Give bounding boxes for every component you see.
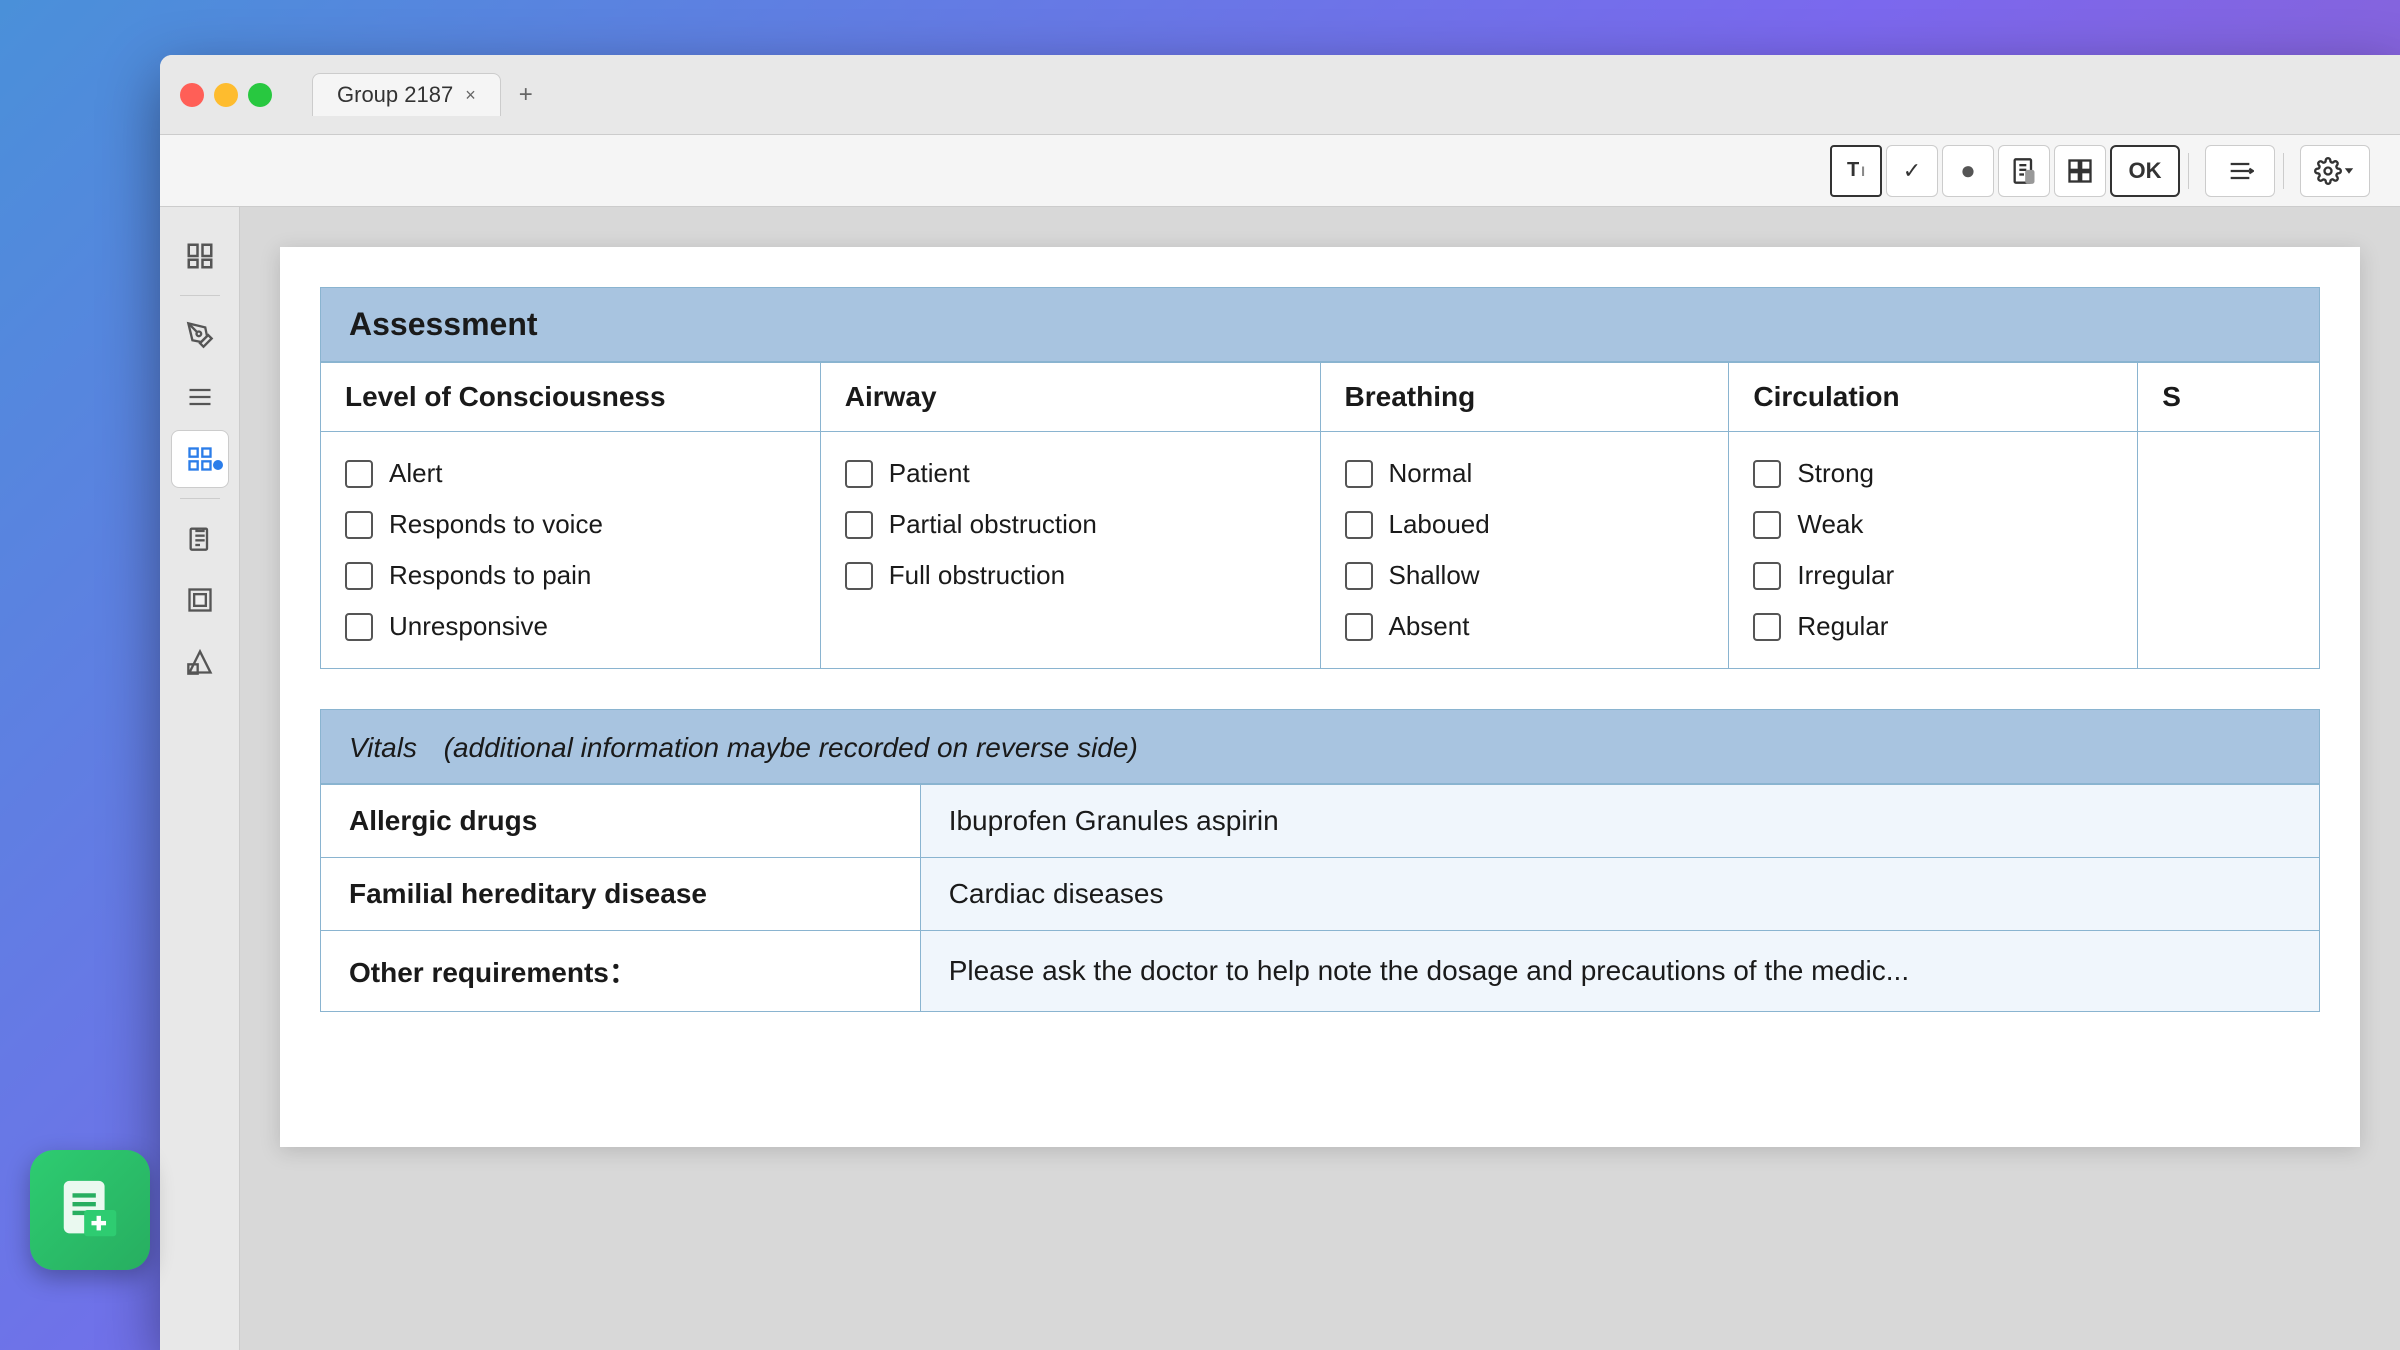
- breathing-cell: Normal Laboued Shallow: [1320, 432, 1729, 669]
- assessment-section: Assessment Level of Consciousness Airway…: [320, 287, 2320, 669]
- sidebar-item-pages[interactable]: [171, 227, 229, 285]
- list-tool-button[interactable]: [2205, 145, 2275, 197]
- checkbox-pain[interactable]: [345, 562, 373, 590]
- assessment-table: Level of Consciousness Airway Breathing …: [320, 362, 2320, 669]
- vitals-title: Vitals (additional information maybe rec…: [320, 709, 2320, 784]
- vitals-label-hereditary: Familial hereditary disease: [321, 858, 921, 931]
- title-bar: Group 2187 × +: [160, 55, 2400, 135]
- assessment-title: Assessment: [320, 287, 2320, 362]
- document-page: Assessment Level of Consciousness Airway…: [280, 247, 2360, 1147]
- s-cell: [2138, 432, 2320, 669]
- col-header-breathing: Breathing: [1320, 363, 1729, 432]
- vitals-value-allergic: Ibuprofen Granules aspirin: [920, 785, 2319, 858]
- toolbar-separator-2: [2283, 153, 2284, 189]
- checkbox-patient[interactable]: [845, 460, 873, 488]
- minimize-button[interactable]: [214, 83, 238, 107]
- checkbox-full[interactable]: [845, 562, 873, 590]
- check-tool-button[interactable]: ✓: [1886, 145, 1938, 197]
- tab-label: Group 2187: [337, 82, 453, 108]
- settings-tool-button[interactable]: [2300, 145, 2370, 197]
- app-icon[interactable]: [30, 1150, 150, 1270]
- vitals-row-other: Other requirements： Please ask the docto…: [321, 931, 2320, 1012]
- sidebar-item-list[interactable]: [171, 368, 229, 426]
- col-header-loc: Level of Consciousness: [321, 363, 821, 432]
- checkbox-item-normal: Normal: [1345, 448, 1705, 499]
- ok-tool-button[interactable]: OK: [2110, 145, 2180, 197]
- checkbox-regular[interactable]: [1753, 613, 1781, 641]
- maximize-button[interactable]: [248, 83, 272, 107]
- vitals-section: Vitals (additional information maybe rec…: [320, 709, 2320, 1012]
- table-row: Alert Responds to voice Responds to pain: [321, 432, 2320, 669]
- checkbox-shallow[interactable]: [1345, 562, 1373, 590]
- vitals-table: Allergic drugs Ibuprofen Granules aspiri…: [320, 784, 2320, 1012]
- document-area[interactable]: Assessment Level of Consciousness Airway…: [240, 207, 2400, 1350]
- checkbox-item-alert: Alert: [345, 448, 796, 499]
- checkbox-item-regular: Regular: [1753, 601, 2113, 652]
- circulation-cell: Strong Weak Irregular: [1729, 432, 2138, 669]
- checkbox-item-shallow: Shallow: [1345, 550, 1705, 601]
- layout-tool-button[interactable]: [2054, 145, 2106, 197]
- checkbox-laboued[interactable]: [1345, 511, 1373, 539]
- close-button[interactable]: [180, 83, 204, 107]
- left-sidebar: [160, 207, 240, 1350]
- col-header-s: S: [2138, 363, 2320, 432]
- vitals-label-allergic: Allergic drugs: [321, 785, 921, 858]
- sidebar-divider-1: [180, 295, 220, 296]
- checkbox-item-pain: Responds to pain: [345, 550, 796, 601]
- toolbar-separator-1: [2188, 153, 2189, 189]
- toolbar-tools: T I ✓ ●: [1830, 145, 2180, 197]
- checkbox-weak[interactable]: [1753, 511, 1781, 539]
- doc-tool-button[interactable]: [1998, 145, 2050, 197]
- col-header-circulation: Circulation: [1729, 363, 2138, 432]
- active-tab[interactable]: Group 2187 ×: [312, 73, 501, 116]
- sidebar-item-markup[interactable]: [171, 306, 229, 364]
- checkbox-item-laboued: Laboued: [1345, 499, 1705, 550]
- vitals-value-other: Please ask the doctor to help note the d…: [920, 931, 2319, 1012]
- checkbox-item-irregular: Irregular: [1753, 550, 2113, 601]
- tab-area: Group 2187 × +: [312, 73, 2380, 116]
- checkbox-item-partial: Partial obstruction: [845, 499, 1296, 550]
- sidebar-item-clipboard[interactable]: [171, 509, 229, 567]
- checkbox-irregular[interactable]: [1753, 562, 1781, 590]
- checkbox-item-strong: Strong: [1753, 448, 2113, 499]
- toolbar: T I ✓ ●: [160, 135, 2400, 207]
- toolbar-group-2: [2205, 145, 2275, 197]
- vitals-row-allergic: Allergic drugs Ibuprofen Granules aspiri…: [321, 785, 2320, 858]
- vitals-value-hereditary: Cardiac diseases: [920, 858, 2319, 931]
- checkbox-item-absent: Absent: [1345, 601, 1705, 652]
- checkbox-item-patient: Patient: [845, 448, 1296, 499]
- checkbox-absent[interactable]: [1345, 613, 1373, 641]
- record-tool-button[interactable]: ●: [1942, 145, 1994, 197]
- checkbox-strong[interactable]: [1753, 460, 1781, 488]
- sidebar-item-grid[interactable]: [171, 430, 229, 488]
- checkbox-item-full: Full obstruction: [845, 550, 1296, 601]
- sidebar-divider-2: [180, 498, 220, 499]
- checkbox-unresponsive[interactable]: [345, 613, 373, 641]
- checkbox-normal[interactable]: [1345, 460, 1373, 488]
- loc-cell-1: Alert Responds to voice Responds to pain: [321, 432, 821, 669]
- col-header-airway: Airway: [820, 363, 1320, 432]
- sidebar-item-shape[interactable]: [171, 633, 229, 691]
- checkbox-partial[interactable]: [845, 511, 873, 539]
- vitals-row-hereditary: Familial hereditary disease Cardiac dise…: [321, 858, 2320, 931]
- text-tool-button[interactable]: T I: [1830, 145, 1882, 197]
- tab-close-button[interactable]: ×: [465, 85, 476, 106]
- new-tab-button[interactable]: +: [511, 80, 541, 110]
- main-content: Assessment Level of Consciousness Airway…: [160, 207, 2400, 1350]
- checkbox-item-weak: Weak: [1753, 499, 2113, 550]
- checkbox-item-voice: Responds to voice: [345, 499, 796, 550]
- airway-cell: Patient Partial obstruction Full obstruc…: [820, 432, 1320, 669]
- traffic-lights: [180, 83, 272, 107]
- main-window: Group 2187 × + T I ✓ ●: [160, 55, 2400, 1350]
- toolbar-group-3: [2300, 145, 2370, 197]
- checkbox-alert[interactable]: [345, 460, 373, 488]
- sidebar-item-frame[interactable]: [171, 571, 229, 629]
- sidebar-active-indicator: [213, 460, 223, 470]
- checkbox-item-unresponsive: Unresponsive: [345, 601, 796, 652]
- checkbox-voice[interactable]: [345, 511, 373, 539]
- vitals-label-other: Other requirements：: [321, 931, 921, 1012]
